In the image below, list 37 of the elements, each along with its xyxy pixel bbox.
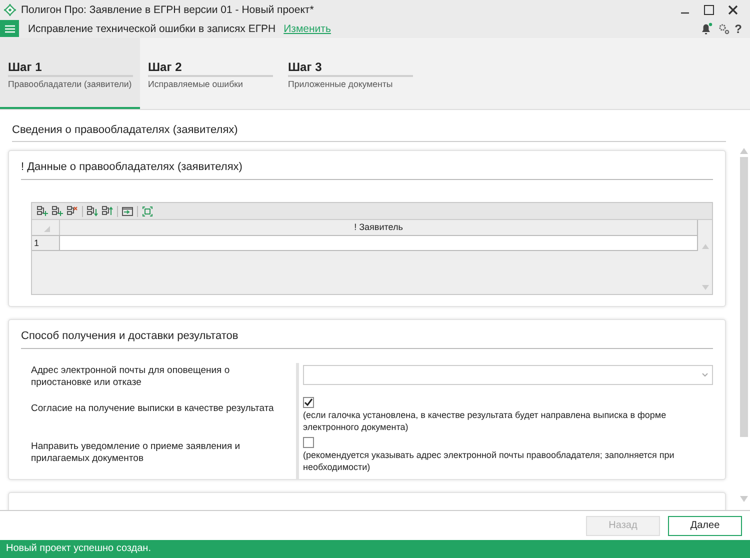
row-number: 1: [33, 237, 40, 250]
bell-icon[interactable]: [700, 22, 713, 35]
scrollbar-thumb[interactable]: [740, 157, 748, 437]
step-tab[interactable]: Шаг 3 Приложенные документы: [280, 38, 420, 109]
expand-icon[interactable]: [142, 206, 153, 216]
table-cell[interactable]: [59, 236, 698, 250]
card-title: ! Данные о правообладателях (заявителях): [21, 161, 713, 180]
column-header[interactable]: ! Заявитель: [59, 220, 698, 235]
checkbox[interactable]: [303, 437, 314, 448]
help-icon[interactable]: ?: [734, 22, 742, 36]
maximize-icon[interactable]: [704, 4, 714, 14]
caret-icon: [702, 373, 708, 377]
checkbox[interactable]: [303, 397, 314, 408]
step-tab[interactable]: Шаг 1 Правообладатели (заявители): [0, 38, 140, 109]
document-type-label: Исправление технической ошибки в записях ЕГРН: [28, 22, 276, 34]
checkbox-hint: (рекомендуется указывать адрес электронной почты правообладателя; заполняется при необходимости): [303, 449, 676, 473]
status-bar: Новый проект успешно создан.: [0, 540, 750, 558]
card-title: Способ получения и доставки результатов: [21, 330, 713, 349]
delete-row-icon[interactable]: [67, 206, 78, 216]
move-up-icon[interactable]: [102, 206, 113, 216]
field-label: Адрес электронной почты для оповещения о приостановке или отказе: [31, 364, 231, 390]
menu-button[interactable]: [0, 20, 19, 37]
import-icon[interactable]: [122, 206, 133, 216]
add-row-icon[interactable]: [37, 206, 48, 216]
move-down-icon[interactable]: [87, 206, 98, 216]
field-label: Направить уведомление о приеме заявления и прилагаемых документов: [31, 440, 242, 466]
settings-icon[interactable]: [718, 22, 730, 34]
insert-row-icon[interactable]: [52, 206, 63, 216]
window-title: Полигон Про: Заявление в ЕГРН версии 01 - Новый проект*: [21, 4, 315, 16]
menu-icon: [4, 24, 14, 32]
field-label: Согласие на получение выписки в качестве результата: [31, 402, 275, 416]
checkbox-hint: (если галочка установлена, в качестве результата будет направлена выписка в форме электронного документа): [303, 409, 668, 433]
close-icon[interactable]: [728, 4, 738, 14]
step-tab[interactable]: Шаг 2 Исправляемые ошибки: [140, 38, 280, 109]
section-title: Сведения о правообладателях (заявителях): [12, 124, 726, 142]
next-button[interactable]: Далее: [668, 516, 742, 536]
logo-icon: [4, 4, 16, 16]
